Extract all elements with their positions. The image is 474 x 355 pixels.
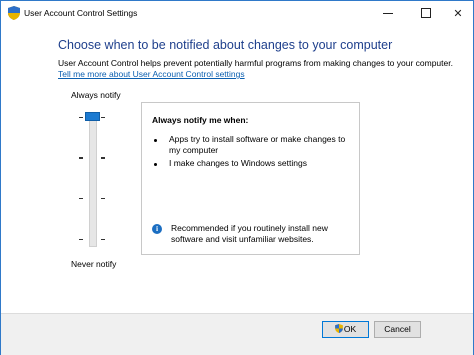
uac-shield-icon	[335, 323, 343, 333]
slider-tick-right-2	[101, 198, 105, 199]
slider-bottom-label: Never notify	[71, 259, 117, 269]
minimize-icon	[383, 12, 393, 14]
ok-button[interactable]: OK	[322, 321, 369, 338]
page-heading: Choose when to be notified about changes…	[58, 38, 393, 52]
slider-tick-right-1	[101, 239, 105, 240]
maximize-button[interactable]	[409, 1, 443, 25]
panel-bullet-1: Apps try to install software or make cha…	[169, 134, 346, 155]
maximize-icon	[421, 8, 431, 18]
slider-top-label: Always notify	[71, 90, 121, 100]
uac-shield-icon	[8, 6, 20, 20]
ok-button-label: OK	[343, 324, 357, 334]
bullet-icon	[154, 163, 157, 166]
uac-settings-window: User Account Control Settings ✕ Choose w…	[0, 0, 474, 355]
slider-tick-right-4	[101, 117, 105, 118]
panel-bullet-2: I make changes to Windows settings	[169, 158, 307, 168]
minimize-button[interactable]	[371, 1, 405, 25]
slider-tick-left-4	[79, 117, 83, 118]
description-text: User Account Control helps prevent poten…	[58, 58, 453, 68]
cancel-button[interactable]: Cancel	[374, 321, 421, 338]
learn-more-link[interactable]: Tell me more about User Account Control …	[58, 69, 245, 80]
window-title: User Account Control Settings	[24, 8, 138, 18]
slider-tick-right-3	[101, 157, 105, 159]
notification-slider-track[interactable]	[89, 113, 97, 247]
close-button[interactable]: ✕	[441, 1, 474, 25]
title-bar[interactable]: User Account Control Settings ✕	[1, 1, 473, 25]
slider-tick-left-1	[79, 239, 83, 240]
slider-tick-left-2	[79, 198, 83, 199]
description-panel: Always notify me when: Apps try to insta…	[141, 102, 360, 255]
close-icon: ✕	[453, 7, 463, 20]
notification-slider-thumb[interactable]	[85, 112, 100, 121]
bullet-icon	[154, 139, 157, 142]
panel-title: Always notify me when:	[152, 115, 249, 125]
slider-tick-left-3	[79, 157, 83, 159]
recommendation-text: Recommended if you routinely install new…	[171, 223, 328, 244]
info-icon: i	[152, 224, 162, 234]
